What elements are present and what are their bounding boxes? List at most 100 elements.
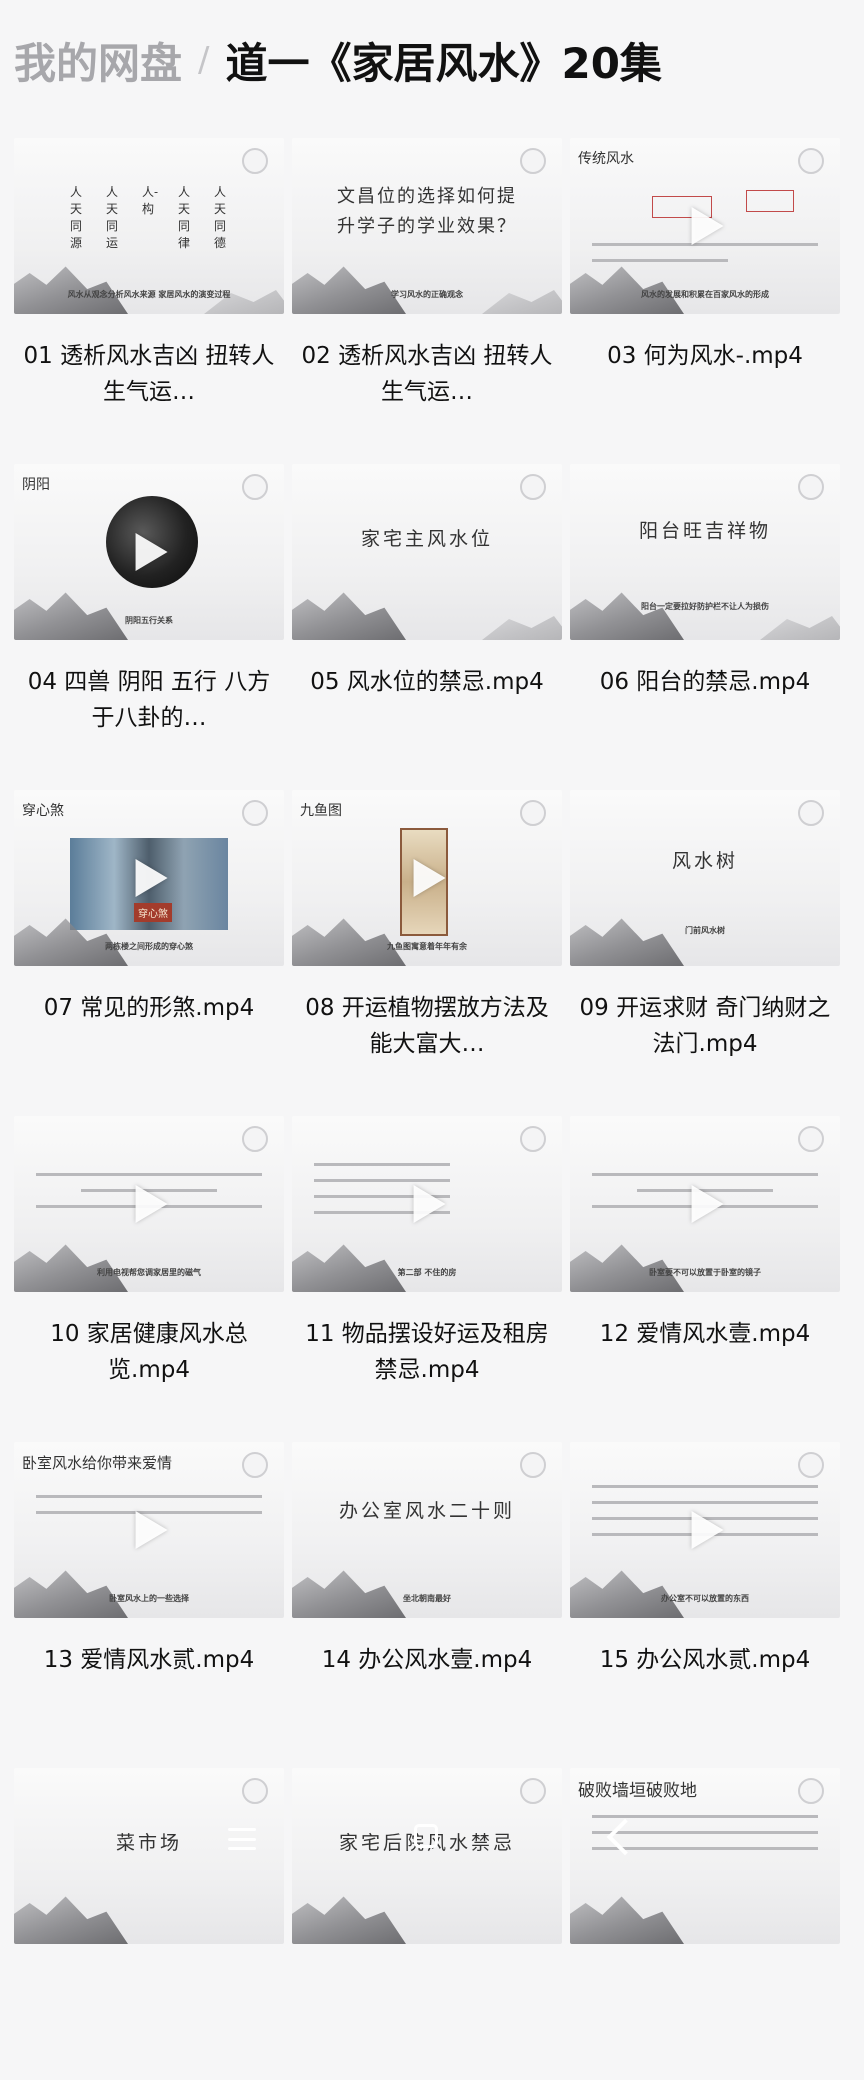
- moon-decoration: [520, 1126, 546, 1152]
- video-thumbnail: 传统风水 风水的发展和积累在百家风水的形成: [570, 138, 840, 314]
- mountain-decoration: [14, 1896, 128, 1944]
- thumbnail-text: 风水树: [671, 850, 738, 872]
- thumbnail-text-columns: 人天同源 人天同运 人-构 人天同律 人天同德: [70, 184, 226, 252]
- play-icon: [413, 1185, 446, 1223]
- menu-icon[interactable]: [228, 1828, 256, 1850]
- thumbnail-text: 家宅主风水位: [360, 528, 493, 550]
- mountain-decoration: [482, 290, 562, 314]
- video-thumbnail: 办公室不可以放置的东西: [570, 1442, 840, 1618]
- video-thumbnail: 第二部 不住的房: [292, 1116, 562, 1292]
- mountain-decoration: [292, 918, 406, 966]
- mountain-decoration: [14, 266, 128, 314]
- video-file-item[interactable]: 传统风水 风水的发展和积累在百家风水的形成 03 何为风水-.mp4: [568, 124, 842, 450]
- file-grid: 人天同源 人天同运 人-构 人天同律 人天同德 风水从观念分析风水来源 家居风水…: [12, 124, 842, 2080]
- video-file-item[interactable]: 第二部 不住的房 11 物品摆设好运及租房禁忌.mp4: [290, 1102, 564, 1428]
- mountain-decoration: [570, 1896, 684, 1944]
- file-name: 06 阳台的禁忌.mp4: [599, 669, 811, 695]
- moon-decoration: [798, 148, 824, 174]
- thumbnail-text: 人天同源: [70, 185, 83, 250]
- thumbnail-title: 穿心煞: [22, 803, 64, 819]
- file-name: 03 何为风水-.mp4: [607, 343, 803, 369]
- video-file-item[interactable]: 办公室风水二十则 坐北朝南最好 14 办公风水壹.mp4: [290, 1428, 564, 1754]
- video-thumbnail: 卧室要不可以放置于卧室的镜子: [570, 1116, 840, 1292]
- mountain-decoration: [760, 616, 840, 640]
- mountain-decoration: [292, 1896, 406, 1944]
- thumbnail-text: 文昌位的选择如何提升学子的学业效果？: [337, 186, 517, 237]
- file-name: 12 爱情风水壹.mp4: [599, 1321, 811, 1347]
- mountain-decoration: [292, 1570, 406, 1618]
- moon-decoration: [242, 1778, 268, 1804]
- thumbnail-caption: 门前风水树: [685, 926, 725, 935]
- moon-decoration: [242, 800, 268, 826]
- video-file-item[interactable]: 文昌位的选择如何提升学子的学业效果？ 学习风水的正确观念 02 透析风水吉凶 扭…: [290, 124, 564, 450]
- video-file-item[interactable]: 卧室风水给你带来爱情 卧室风水上的一些选择 13 爱情风水贰.mp4: [12, 1428, 286, 1754]
- video-file-item[interactable]: 菜市场: [12, 1754, 286, 2080]
- moon-decoration: [520, 474, 546, 500]
- play-icon: [135, 1511, 168, 1549]
- breadcrumb-current-folder: 道一《家居风水》20集: [225, 38, 662, 88]
- video-file-item[interactable]: 卧室要不可以放置于卧室的镜子 12 爱情风水壹.mp4: [568, 1102, 842, 1428]
- mountain-decoration: [570, 1244, 684, 1292]
- mountain-decoration: [14, 1570, 128, 1618]
- video-thumbnail: 人天同源 人天同运 人-构 人天同律 人天同德 风水从观念分析风水来源 家居风水…: [14, 138, 284, 314]
- thumbnail-text: 人-构: [142, 185, 159, 216]
- mountain-decoration: [570, 592, 684, 640]
- video-file-item[interactable]: 家宅后院风水禁忌: [290, 1754, 564, 2080]
- mountain-decoration: [14, 592, 128, 640]
- video-thumbnail: 风水树 门前风水树: [570, 790, 840, 966]
- video-thumbnail: 穿心煞 穿心煞 两栋楼之间形成的穿心煞: [14, 790, 284, 966]
- home-icon[interactable]: [414, 1824, 438, 1848]
- file-name: 04 四兽 阴阳 五行 八方于八卦的…: [27, 669, 271, 731]
- moon-decoration: [242, 474, 268, 500]
- file-name: 08 开运植物摆放方法及能大富大…: [305, 995, 549, 1057]
- thumbnail-caption: 九鱼图寓意着年年有余: [387, 942, 467, 951]
- video-thumbnail: 文昌位的选择如何提升学子的学业效果？ 学习风水的正确观念: [292, 138, 562, 314]
- file-name: 11 物品摆设好运及租房禁忌.mp4: [305, 1321, 549, 1383]
- mountain-decoration: [14, 1244, 128, 1292]
- video-file-item[interactable]: 破败墙垣破败地: [568, 1754, 842, 2080]
- moon-decoration: [520, 148, 546, 174]
- moon-decoration: [798, 1126, 824, 1152]
- video-file-item[interactable]: 人天同源 人天同运 人-构 人天同律 人天同德 风水从观念分析风水来源 家居风水…: [12, 124, 286, 450]
- thumbnail-caption: 卧室风水上的一些选择: [109, 1594, 189, 1603]
- thumbnail-caption: 风水从观念分析风水来源 家居风水的演变过程: [67, 290, 231, 299]
- file-name: 02 透析风水吉凶 扭转人生气运…: [301, 343, 553, 405]
- file-name: 15 办公风水贰.mp4: [599, 1647, 811, 1673]
- thumbnail-text: 人天同律: [178, 185, 191, 250]
- video-file-item[interactable]: 办公室不可以放置的东西 15 办公风水贰.mp4: [568, 1428, 842, 1754]
- breadcrumb-separator: /: [198, 40, 210, 80]
- file-name: 07 常见的形煞.mp4: [43, 995, 255, 1021]
- video-file-item[interactable]: 穿心煞 穿心煞 两栋楼之间形成的穿心煞 07 常见的形煞.mp4: [12, 776, 286, 1102]
- file-name: 09 开运求财 奇门纳财之法门.mp4: [579, 995, 831, 1057]
- thumbnail-text: 办公室风水二十则: [338, 1500, 515, 1522]
- mountain-decoration: [570, 1570, 684, 1618]
- moon-decoration: [242, 1126, 268, 1152]
- back-icon[interactable]: [606, 1818, 644, 1856]
- mountain-decoration: [570, 918, 684, 966]
- play-icon: [691, 1185, 724, 1223]
- moon-decoration: [242, 1452, 268, 1478]
- video-file-item[interactable]: 家宅主风水位 05 风水位的禁忌.mp4: [290, 450, 564, 776]
- thumbnail-title: 传统风水: [578, 151, 634, 167]
- video-file-item[interactable]: 九鱼图 九鱼图寓意着年年有余 08 开运植物摆放方法及能大富大…: [290, 776, 564, 1102]
- mountain-decoration: [292, 1244, 406, 1292]
- file-name: 05 风水位的禁忌.mp4: [310, 669, 544, 695]
- thumbnail-caption: 风水的发展和积累在百家风水的形成: [641, 290, 769, 299]
- thumbnail-caption: 卧室要不可以放置于卧室的镜子: [649, 1268, 761, 1277]
- moon-decoration: [798, 474, 824, 500]
- video-file-item[interactable]: 阴阳 阴阳五行关系 04 四兽 阴阳 五行 八方于八卦的…: [12, 450, 286, 776]
- video-file-item[interactable]: 阳台旺吉祥物 阳台一定要拉好防护栏不让人为损伤 06 阳台的禁忌.mp4: [568, 450, 842, 776]
- video-file-item[interactable]: 利用电视帮您调家居里的磁气 10 家居健康风水总览.mp4: [12, 1102, 286, 1428]
- video-thumbnail: 阳台旺吉祥物 阳台一定要拉好防护栏不让人为损伤: [570, 464, 840, 640]
- video-file-item[interactable]: 风水树 门前风水树 09 开运求财 奇门纳财之法门.mp4: [568, 776, 842, 1102]
- breadcrumb-root[interactable]: 我的网盘: [14, 30, 182, 91]
- thumbnail-title: 九鱼图: [300, 803, 342, 819]
- thumbnail-title: 卧室风水给你带来爱情: [22, 1454, 173, 1472]
- file-name: 14 办公风水壹.mp4: [321, 1647, 533, 1673]
- video-thumbnail: 家宅主风水位: [292, 464, 562, 640]
- diagram-box: [746, 190, 794, 212]
- moon-decoration: [798, 1778, 824, 1804]
- thumbnail-caption: 阴阳五行关系: [125, 616, 173, 625]
- thumbnail-title: 阴阳: [22, 477, 50, 493]
- play-icon: [691, 1511, 724, 1549]
